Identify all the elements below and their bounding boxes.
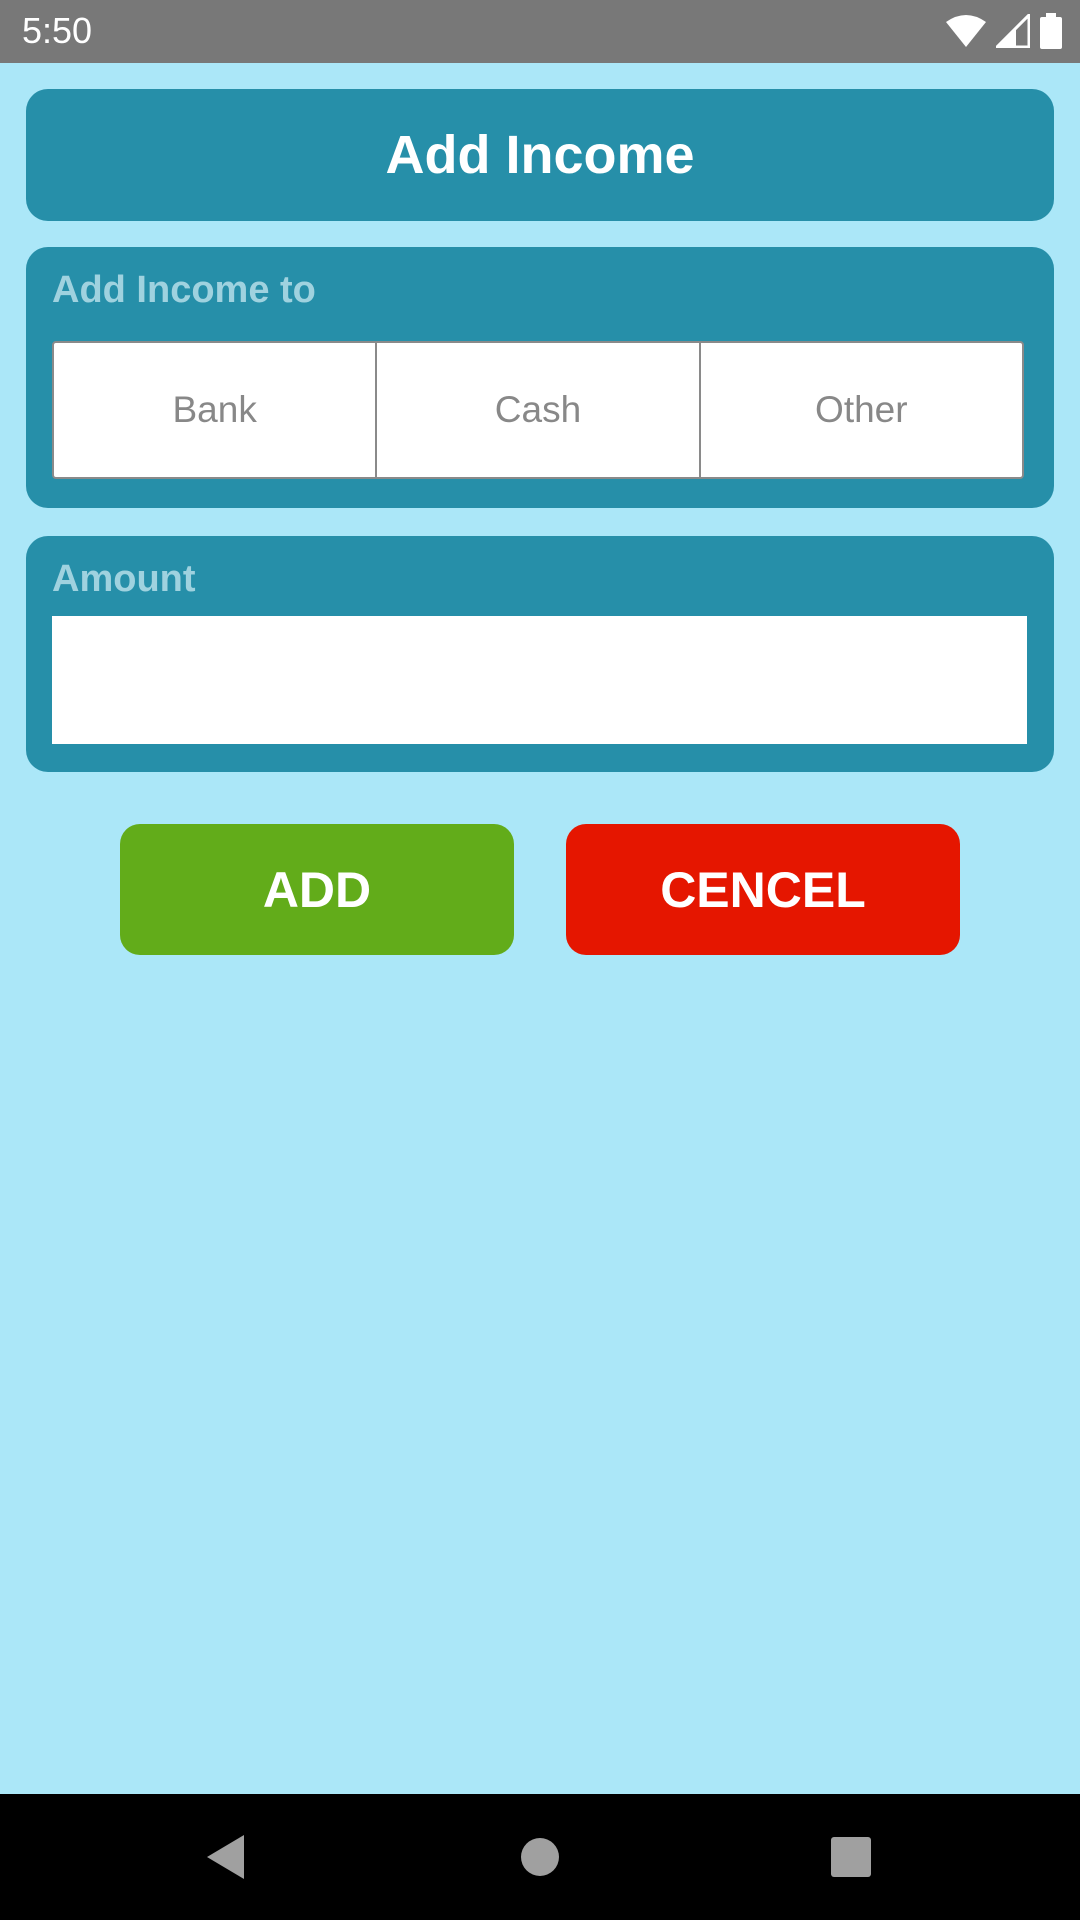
status-time: 5:50	[22, 10, 93, 51]
status-bar: 5:50	[0, 0, 1080, 63]
header-card: Add Income	[26, 89, 1054, 221]
income-destination-card: Add Income to Bank Cash Other	[26, 247, 1054, 508]
wifi-icon	[946, 14, 986, 48]
option-other[interactable]: Other	[698, 343, 1022, 477]
recents-icon[interactable]	[820, 1826, 882, 1888]
income-destination-selector: Bank Cash Other	[52, 341, 1024, 479]
navigation-bar	[0, 1794, 1080, 1920]
add-button[interactable]: ADD	[120, 824, 514, 955]
income-destination-label: Add Income to	[52, 269, 316, 311]
amount-label: Amount	[52, 558, 196, 600]
battery-icon	[1040, 13, 1062, 49]
amount-card: Amount	[26, 536, 1054, 772]
amount-input[interactable]	[52, 616, 1027, 744]
cellular-signal-icon	[996, 14, 1030, 48]
home-icon[interactable]	[509, 1826, 571, 1888]
back-icon[interactable]	[195, 1826, 257, 1888]
status-icons	[946, 12, 1062, 50]
option-cash[interactable]: Cash	[375, 343, 698, 477]
page-title: Add Income	[385, 125, 695, 185]
cancel-button[interactable]: CENCEL	[566, 824, 960, 955]
option-bank[interactable]: Bank	[54, 343, 375, 477]
